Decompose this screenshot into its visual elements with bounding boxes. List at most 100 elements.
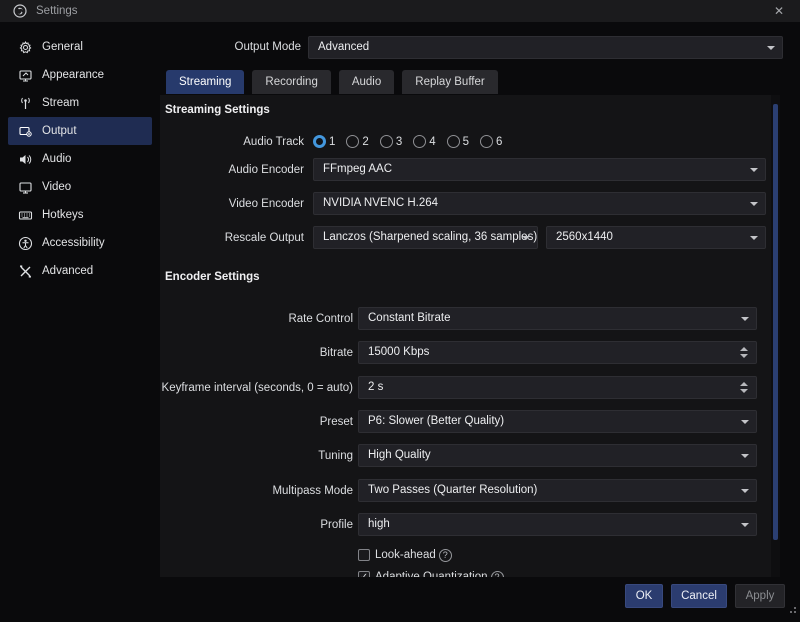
radio-track-3[interactable] — [380, 135, 393, 148]
sidebar-item-label: Audio — [42, 153, 71, 165]
settings-window: Settings ✕ General Appearance Stream Out… — [0, 0, 800, 622]
radio-track-4[interactable] — [413, 135, 426, 148]
adaptive-quantization-label: Adaptive Quantization — [375, 571, 488, 577]
look-ahead-row: Look-ahead — [358, 547, 452, 563]
resize-grip[interactable] — [788, 605, 796, 613]
scrollbar-track[interactable] — [771, 95, 780, 577]
video-encoder-row: Video Encoder NVIDIA NVENC H.264 — [160, 192, 766, 215]
look-ahead-label: Look-ahead — [375, 549, 436, 561]
keyframe-interval-row: Keyframe interval (seconds, 0 = auto) 2 … — [160, 376, 757, 399]
rate-control-row: Rate Control Constant Bitrate — [160, 307, 757, 330]
encoder-settings-header: Encoder Settings — [165, 271, 260, 283]
chevron-down-icon — [741, 489, 749, 493]
keyframe-interval-stepper[interactable]: 2 s — [358, 376, 757, 399]
radio-track-5[interactable] — [447, 135, 460, 148]
bitrate-row: Bitrate 15000 Kbps — [160, 341, 757, 364]
tab-streaming[interactable]: Streaming — [166, 70, 244, 94]
profile-label: Profile — [160, 519, 358, 531]
rate-control-select[interactable]: Constant Bitrate — [358, 307, 757, 330]
obs-logo-icon — [13, 4, 27, 18]
settings-sidebar: General Appearance Stream Output Audio V… — [8, 33, 152, 285]
sidebar-item-general[interactable]: General — [8, 33, 152, 61]
sidebar-item-accessibility[interactable]: Accessibility — [8, 229, 152, 257]
sidebar-item-label: Stream — [42, 97, 79, 109]
sidebar-item-output[interactable]: Output — [8, 117, 152, 145]
chevron-down-icon — [767, 46, 775, 50]
display-icon — [18, 180, 33, 195]
sidebar-item-video[interactable]: Video — [8, 173, 152, 201]
look-ahead-checkbox[interactable] — [358, 549, 370, 561]
sidebar-item-appearance[interactable]: Appearance — [8, 61, 152, 89]
sidebar-item-hotkeys[interactable]: Hotkeys — [8, 201, 152, 229]
video-encoder-select[interactable]: NVIDIA NVENC H.264 — [313, 192, 766, 215]
help-icon[interactable] — [491, 571, 504, 578]
sidebar-item-label: General — [42, 41, 83, 53]
multipass-mode-row: Multipass Mode Two Passes (Quarter Resol… — [160, 479, 757, 502]
multipass-mode-select[interactable]: Two Passes (Quarter Resolution) — [358, 479, 757, 502]
chevron-down-icon[interactable] — [740, 389, 748, 393]
preset-select[interactable]: P6: Slower (Better Quality) — [358, 410, 757, 433]
keyboard-icon — [18, 208, 33, 223]
streaming-settings-header: Streaming Settings — [165, 104, 270, 116]
tab-audio[interactable]: Audio — [339, 70, 394, 94]
scrollbar-thumb[interactable] — [773, 104, 778, 540]
rate-control-label: Rate Control — [160, 313, 358, 325]
speaker-icon — [18, 152, 33, 167]
window-title: Settings — [36, 5, 78, 17]
chevron-up-icon[interactable] — [740, 382, 748, 386]
preset-label: Preset — [160, 416, 358, 428]
rescale-resolution-select[interactable]: 2560x1440 — [546, 226, 766, 249]
chevron-down-icon — [741, 454, 749, 458]
appearance-icon — [18, 68, 33, 83]
chevron-down-icon — [750, 168, 758, 172]
chevron-down-icon[interactable] — [740, 354, 748, 358]
video-encoder-label: Video Encoder — [160, 198, 313, 210]
profile-row: Profile high — [160, 513, 757, 536]
rescale-filter-select[interactable]: Lanczos (Sharpened scaling, 36 samples) — [313, 226, 538, 249]
sidebar-item-label: Video — [42, 181, 71, 193]
chevron-down-icon — [741, 523, 749, 527]
chevron-down-icon — [750, 236, 758, 240]
radio-track-1[interactable] — [313, 135, 326, 148]
audio-track-row: Audio Track 1 2 3 4 5 6 — [160, 130, 513, 153]
close-icon[interactable]: ✕ — [768, 0, 790, 22]
gear-icon — [18, 40, 33, 55]
sidebar-item-label: Accessibility — [42, 237, 105, 249]
cancel-button[interactable]: Cancel — [671, 584, 727, 608]
tab-replay-buffer[interactable]: Replay Buffer — [402, 70, 497, 94]
accessibility-icon — [18, 236, 33, 251]
sidebar-item-label: Hotkeys — [42, 209, 84, 221]
tab-recording[interactable]: Recording — [252, 70, 330, 94]
help-icon[interactable] — [439, 549, 452, 562]
bitrate-stepper[interactable]: 15000 Kbps — [358, 341, 757, 364]
apply-button[interactable]: Apply — [735, 584, 785, 608]
rescale-output-row: Rescale Output Lanczos (Sharpened scalin… — [160, 226, 766, 249]
antenna-icon — [18, 96, 33, 111]
ok-button[interactable]: OK — [625, 584, 663, 608]
sidebar-item-audio[interactable]: Audio — [8, 145, 152, 173]
output-mode-label: Output Mode — [160, 41, 308, 53]
chevron-down-icon — [741, 317, 749, 321]
rescale-output-label: Rescale Output — [160, 232, 313, 244]
chevron-down-icon — [741, 420, 749, 424]
audio-encoder-select[interactable]: FFmpeg AAC — [313, 158, 766, 181]
tuning-select[interactable]: High Quality — [358, 444, 757, 467]
adaptive-quantization-row: Adaptive Quantization — [358, 569, 504, 577]
sidebar-item-stream[interactable]: Stream — [8, 89, 152, 117]
chevron-down-icon — [750, 202, 758, 206]
sidebar-item-label: Output — [42, 125, 77, 137]
output-mode-select[interactable]: Advanced — [308, 36, 783, 59]
chevron-up-icon[interactable] — [740, 347, 748, 351]
audio-encoder-label: Audio Encoder — [160, 164, 313, 176]
keyframe-interval-label: Keyframe interval (seconds, 0 = auto) — [160, 382, 358, 394]
radio-track-2[interactable] — [346, 135, 359, 148]
profile-select[interactable]: high — [358, 513, 757, 536]
bitrate-label: Bitrate — [160, 347, 358, 359]
sidebar-item-advanced[interactable]: Advanced — [8, 257, 152, 285]
sidebar-item-label: Appearance — [42, 69, 104, 81]
chevron-down-icon — [522, 236, 530, 240]
adaptive-quantization-checkbox[interactable] — [358, 571, 370, 577]
audio-track-radios: 1 2 3 4 5 6 — [313, 135, 513, 148]
radio-track-6[interactable] — [480, 135, 493, 148]
tools-icon — [18, 264, 33, 279]
